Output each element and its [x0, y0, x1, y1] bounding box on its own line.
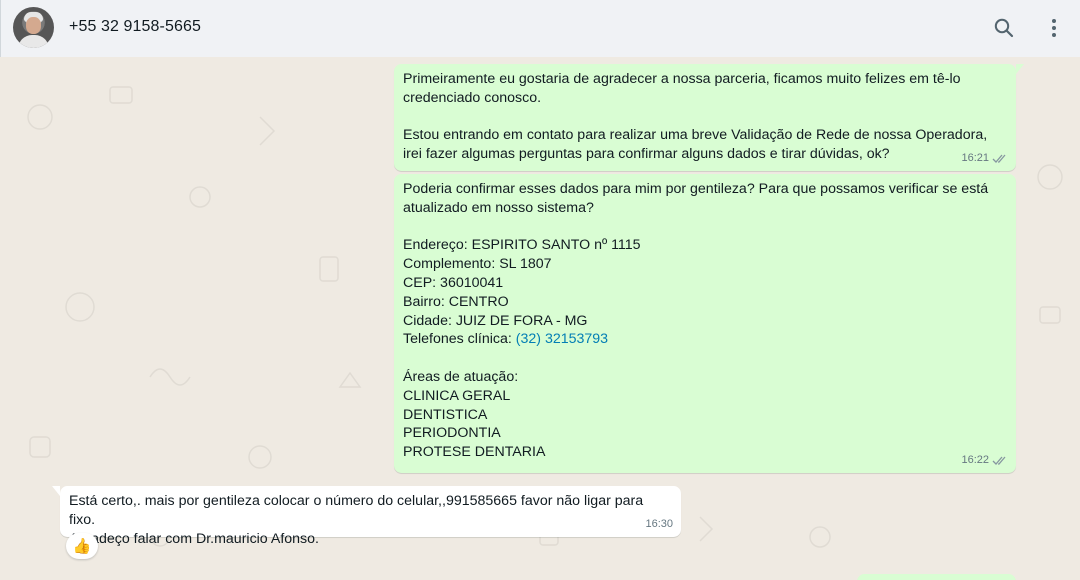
- contact-avatar[interactable]: [13, 7, 54, 48]
- message-time: 16:22: [961, 454, 989, 467]
- message-text: Está certo,. mais por gentileza colocar …: [69, 493, 644, 547]
- thumbs-up-reaction[interactable]: 👍: [66, 533, 98, 559]
- chat-header: +55 32 9158-5665: [0, 0, 1080, 57]
- message-meta: 16:30: [645, 515, 673, 534]
- bubble-tail: [1016, 64, 1024, 74]
- message-time: 16:21: [961, 152, 989, 165]
- read-ticks-icon: [992, 154, 1006, 164]
- outgoing-message[interactable]: Primeiramente eu gostaria de agradecer a…: [394, 64, 1024, 171]
- message-text-part: Poderia confirmar esses dados para mim p…: [403, 181, 989, 348]
- message-meta: 16:21: [961, 149, 1008, 168]
- incoming-message[interactable]: Está certo,. mais por gentileza colocar …: [52, 486, 681, 547]
- contact-name[interactable]: +55 32 9158-5665: [69, 18, 201, 36]
- message-text: Primeiramente eu gostaria de agradecer a…: [403, 71, 988, 163]
- chat-panel[interactable]: Primeiramente eu gostaria de agradecer a…: [0, 57, 1080, 580]
- menu-icon[interactable]: [1042, 16, 1066, 40]
- message-meta: 16:22: [961, 451, 1008, 470]
- message-time: 16:30: [645, 518, 673, 531]
- search-icon[interactable]: [992, 16, 1016, 40]
- message-text-part: Áreas de atuação: CLINICA GERAL DENTISTI…: [403, 368, 546, 461]
- bubble-tail: [52, 486, 60, 496]
- message-text: Poderia confirmar esses dados para mim p…: [403, 180, 1007, 462]
- read-ticks-icon: [992, 456, 1006, 466]
- reaction-emoji: 👍: [72, 538, 92, 555]
- outgoing-message[interactable]: Poderia confirmar esses dados para mim p…: [394, 174, 1016, 473]
- phone-link[interactable]: (32) 32153793: [516, 331, 608, 347]
- outgoing-message-partial[interactable]: [857, 574, 1016, 580]
